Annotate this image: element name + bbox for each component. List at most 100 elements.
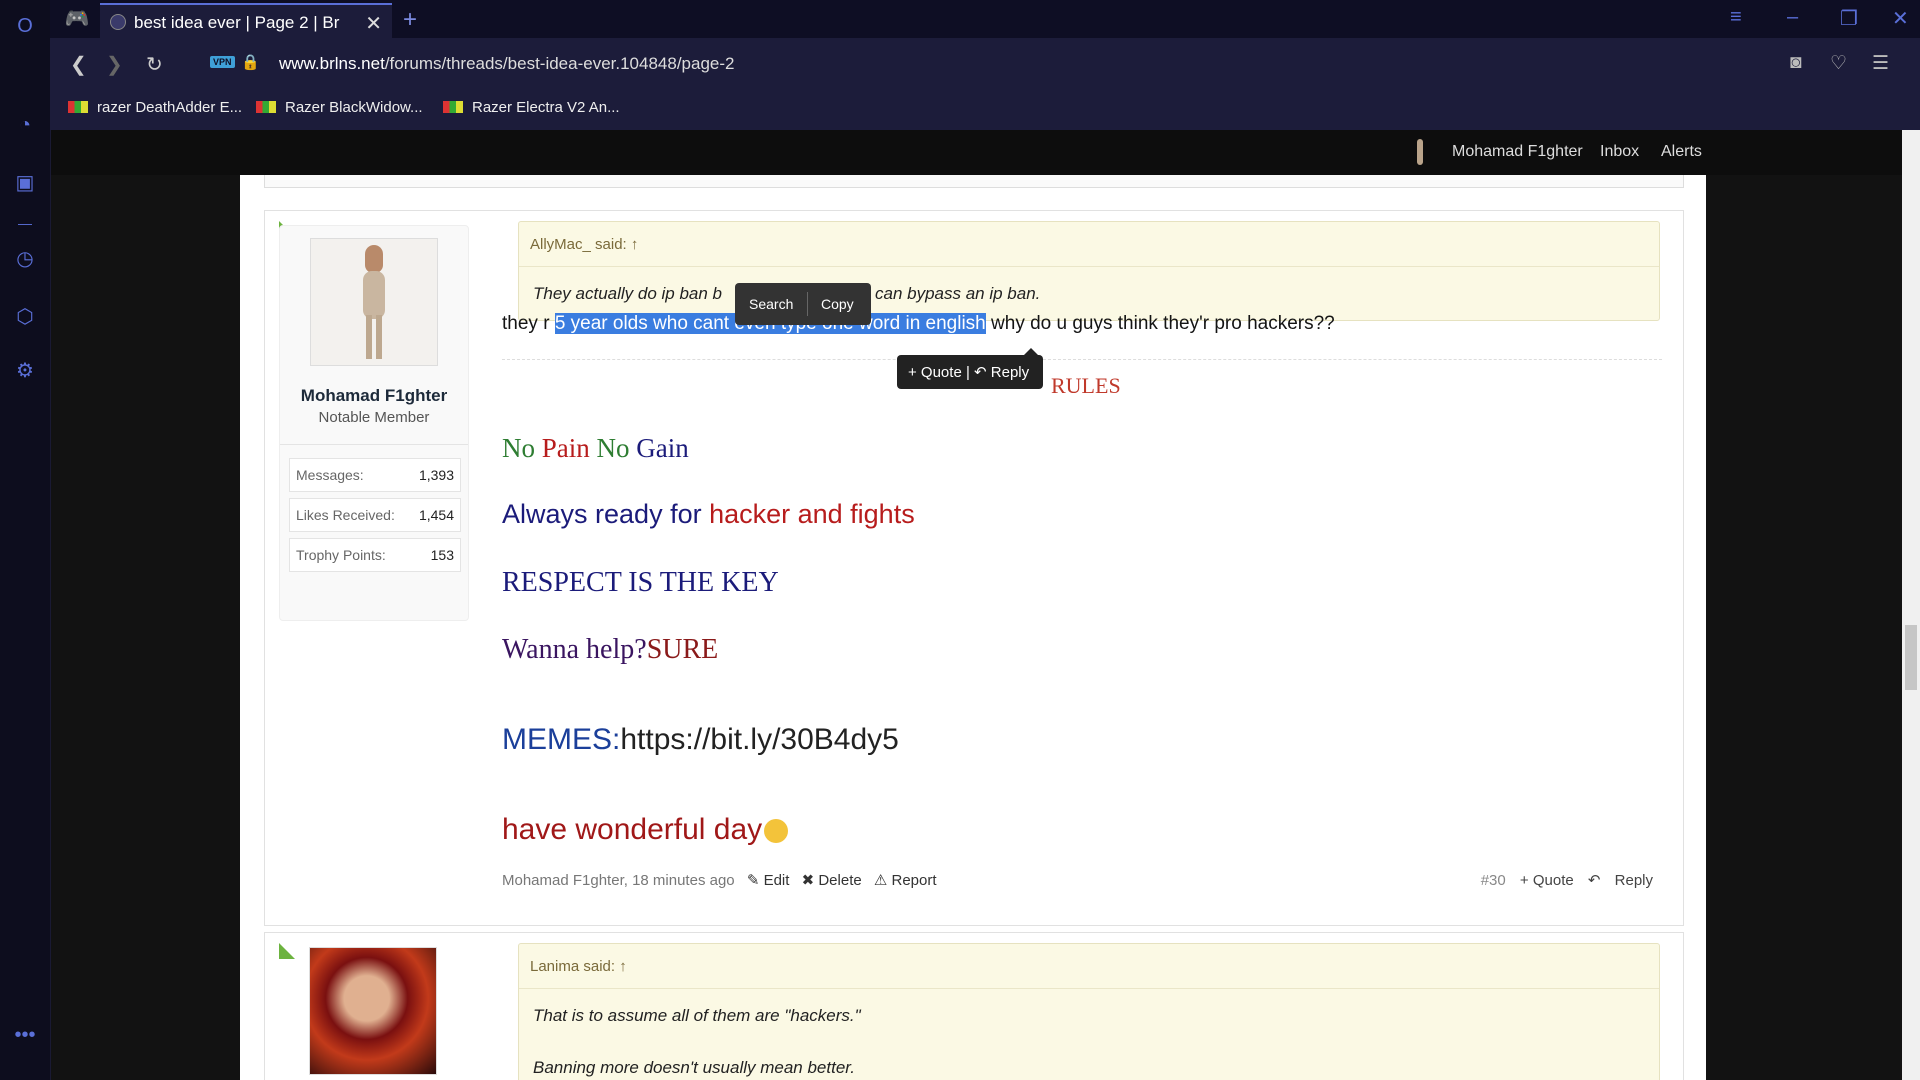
quote-button[interactable]: + Quote [1520, 872, 1574, 889]
divider [280, 444, 468, 445]
sig-rules: RULES [1051, 373, 1121, 398]
sig-memes: MEMES:https://bit.ly/30B4dy5 [502, 723, 899, 756]
delete-button[interactable]: ✖ Delete [802, 872, 862, 889]
quote-line: That is to assume all of them are "hacke… [533, 1006, 861, 1025]
x-icon: ✖ [801, 872, 815, 889]
divider-icon: — [18, 215, 32, 231]
bookmark-heart-icon[interactable]: ♡ [1830, 52, 1847, 75]
page-scrollbar[interactable] [1902, 130, 1920, 1080]
new-post-marker [279, 943, 295, 959]
restore-icon[interactable]: ❐ [1840, 6, 1858, 31]
address-bar: ❮ ❯ ↻ VPN 🔒 www.brlns.net/forums/threads… [50, 38, 1920, 90]
more-icon[interactable]: ••• [12, 1022, 38, 1048]
easy-setup-icon[interactable]: ☰ [1872, 52, 1889, 75]
back-icon[interactable]: ❮ [70, 52, 87, 77]
warning-icon: ⚠ [873, 872, 888, 889]
post-author-time[interactable]: Mohamad F1ghter, 18 minutes ago [502, 872, 735, 889]
quote-author[interactable]: Lanima said: ↑ [530, 958, 627, 975]
quote-block: Lanima said: ↑ That is to assume all of … [518, 943, 1660, 1080]
avatar[interactable] [310, 238, 438, 366]
snapshot-camera-icon[interactable]: ◙ [1790, 52, 1801, 74]
site-favicon-icon [110, 14, 126, 30]
scrollbar-thumb[interactable] [1905, 625, 1917, 690]
nav-inbox[interactable]: Inbox [1600, 143, 1639, 161]
twitch-icon[interactable]: ▣ [12, 170, 38, 196]
pencil-icon: ✎ [746, 872, 760, 889]
close-tab-icon[interactable]: ✕ [365, 11, 382, 36]
forward-icon[interactable]: ❯ [106, 52, 123, 77]
quote-text-right: can bypass an ip ban. [875, 284, 1041, 303]
bookmark-favicon-icon [256, 101, 276, 113]
quote-text-left: They actually do ip ban b [533, 284, 723, 303]
copy-button[interactable]: Copy [821, 296, 854, 312]
url-domain: www.brlns.net [279, 54, 385, 73]
reply-button[interactable]: ↶ Reply [1588, 872, 1653, 889]
sig-wanna-help: Wanna help?SURE [502, 634, 719, 665]
new-tab-icon[interactable]: + [403, 6, 417, 34]
post: Lanima said: ↑ That is to assume all of … [264, 932, 1684, 1080]
quote-author[interactable]: AllyMac_ said: ↑ [530, 236, 638, 253]
popup-quote-button[interactable]: + Quote [908, 364, 962, 381]
window-close-icon[interactable]: ✕ [1892, 6, 1909, 31]
bookmark-item[interactable]: razer DeathAdder E... [68, 99, 242, 116]
post-actions: #30 + Quote ↶ Reply [1471, 871, 1653, 889]
avatar[interactable] [309, 947, 437, 1075]
bookmark-favicon-icon [443, 101, 463, 113]
bookmark-item[interactable]: Razer BlackWidow... [256, 99, 423, 116]
quote-reply-popup: + Quote | ↶ Reply [897, 348, 1043, 389]
tab-menu-icon[interactable]: ≡ [1730, 6, 1742, 29]
opera-logo-icon[interactable]: O [12, 13, 38, 39]
report-button[interactable]: ⚠ Report [874, 872, 937, 889]
memes-link[interactable]: https://bit.ly/30B4dy5 [620, 723, 899, 756]
stat-trophy-points: Trophy Points: 153 [289, 538, 461, 572]
avatar-figure [359, 245, 389, 361]
settings-gear-icon[interactable]: ⚙ [12, 358, 38, 384]
bookmark-favicon-icon [68, 101, 88, 113]
sig-wonderful-day: have wonderful day [502, 813, 789, 847]
sig-no-pain-no-gain: No Pain No Gain [502, 433, 689, 463]
reload-icon[interactable]: ↻ [146, 52, 163, 77]
post-number[interactable]: #30 [1481, 872, 1506, 889]
user-info-block: Mohamad F1ghter Notable Member Messages:… [279, 225, 469, 621]
vpn-badge[interactable]: VPN [210, 56, 235, 68]
post-username[interactable]: Mohamad F1ghter [280, 386, 468, 406]
message-body: they r 5 year olds who cant even type on… [502, 313, 1335, 334]
popup-pointer [1024, 348, 1038, 355]
selection-context-menu: Search Copy [735, 283, 871, 325]
speed-dial-icon[interactable]: ◔ [12, 112, 38, 138]
lock-icon[interactable]: 🔒 [241, 53, 260, 71]
user-avatar-small[interactable] [1417, 139, 1423, 165]
quote-header: AllyMac_ said: ↑ [519, 222, 1659, 267]
sig-respect: RESPECT IS THE KEY [502, 567, 779, 598]
bookmark-item[interactable]: Razer Electra V2 An... [443, 99, 620, 116]
reply-arrow-icon: ↶ [974, 364, 987, 381]
bookmarks-bar: razer DeathAdder E... Razer BlackWidow..… [50, 90, 1920, 130]
jump-up-arrow-icon[interactable]: ↑ [631, 236, 639, 253]
sig-always-ready: Always ready for hacker and fights [502, 499, 915, 529]
user-title: Notable Member [318, 409, 430, 426]
tab-title: best idea ever | Page 2 | Br [134, 13, 340, 32]
stat-likes: Likes Received: 1,454 [289, 498, 461, 532]
minimize-icon[interactable]: – [1787, 6, 1798, 29]
quote-header: Lanima said: ↑ [519, 944, 1659, 989]
browser-sidebar: O ◔ ▣ — ◷ ⬡ ⚙ ••• [0, 0, 51, 1080]
url-field[interactable]: www.brlns.net/forums/threads/best-idea-e… [279, 54, 735, 74]
previous-post-footer [264, 175, 1684, 188]
web-page: Mohamad F1ghter Inbox Alerts Mohamad F1g… [51, 130, 1902, 1080]
post: Mohamad F1ghter Notable Member Messages:… [264, 210, 1684, 926]
popup-reply-button[interactable]: ↶ Reply [974, 364, 1029, 381]
menu-separator [807, 292, 808, 316]
history-icon[interactable]: ◷ [12, 246, 38, 272]
thread-content: Mohamad F1ghter Notable Member Messages:… [240, 175, 1706, 1080]
nav-username[interactable]: Mohamad F1ghter [1452, 143, 1583, 161]
edit-button[interactable]: ✎ Edit [747, 872, 790, 889]
nav-alerts[interactable]: Alerts [1661, 143, 1702, 161]
site-navigation: Mohamad F1ghter Inbox Alerts [51, 130, 1902, 175]
tab-bar: 🎮 best idea ever | Page 2 | Br ✕ + ≡ – ❐… [50, 0, 1920, 38]
search-button[interactable]: Search [749, 296, 793, 312]
tab-active[interactable]: best idea ever | Page 2 | Br ✕ [100, 3, 392, 38]
jump-up-arrow-icon[interactable]: ↑ [619, 958, 627, 975]
url-path: /forums/threads/best-idea-ever.104848/pa… [384, 54, 735, 73]
gamepad-icon[interactable]: 🎮 [64, 6, 90, 32]
extensions-cube-icon[interactable]: ⬡ [12, 304, 38, 330]
